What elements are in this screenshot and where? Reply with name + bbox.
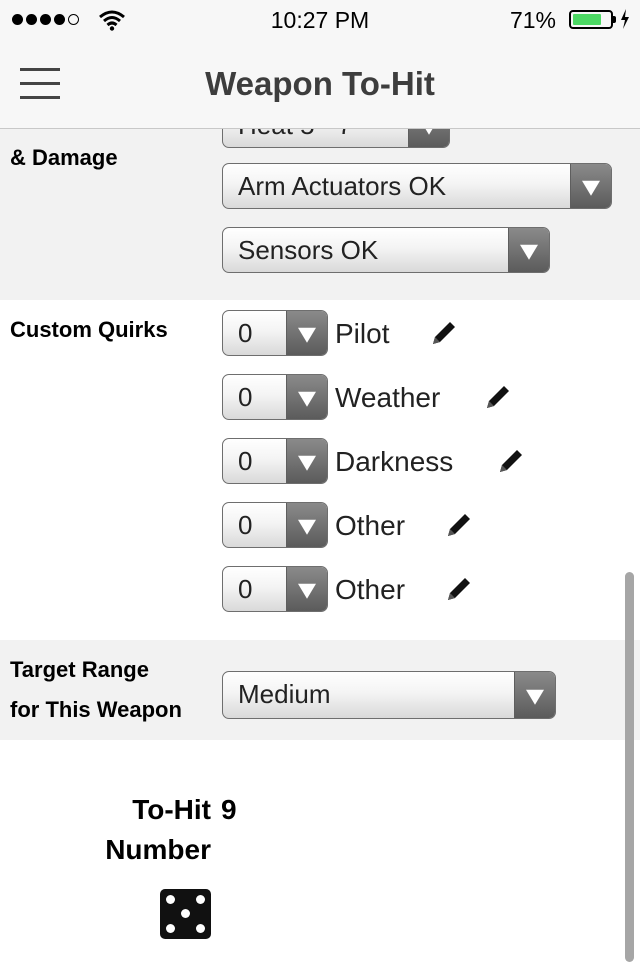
- chevron-down-icon: [286, 439, 327, 483]
- quirk-value-select[interactable]: 0: [222, 374, 328, 420]
- battery-icon: [569, 10, 616, 29]
- quirk-name: Other: [335, 574, 406, 605]
- page-title: Weapon To-Hit: [205, 65, 435, 102]
- charging-bolt-icon: [621, 9, 629, 29]
- chevron-down-icon: [514, 672, 555, 718]
- quirk-value-select[interactable]: 0: [222, 502, 328, 548]
- to-hit-label: To-Hit Number: [105, 794, 211, 865]
- pencil-icon[interactable]: [444, 574, 474, 604]
- navigation-bar: Weapon To-Hit: [0, 40, 640, 129]
- target-range-label: Target Range: [10, 657, 149, 682]
- chevron-down-icon: [286, 311, 327, 355]
- quirk-name: Darkness: [335, 446, 454, 477]
- chevron-down-icon: [286, 375, 327, 419]
- chevron-down-icon: [286, 567, 327, 611]
- quirk-value-select[interactable]: 0: [222, 438, 328, 484]
- quirk-value-select[interactable]: 0: [222, 566, 328, 612]
- damage-section: & Damage Heat 5 - 7 Arm Actuators OK Sen…: [0, 102, 640, 300]
- quirk-name: Weather: [335, 382, 441, 413]
- custom-quirks-label: Custom Quirks: [10, 317, 168, 342]
- dice-icon[interactable]: [160, 889, 211, 939]
- target-range-section: Target Range for This Weapon Medium: [0, 640, 640, 740]
- scrollbar[interactable]: [625, 572, 634, 962]
- target-range-label-line2: for This Weapon: [10, 697, 182, 722]
- chevron-down-icon: [508, 228, 549, 272]
- quirk-name: Other: [335, 510, 406, 541]
- quirk-value-select[interactable]: 0: [222, 310, 328, 356]
- status-bar: 10:27 PM 71%: [0, 0, 640, 40]
- pencil-icon[interactable]: [496, 446, 526, 476]
- pencil-icon[interactable]: [429, 318, 459, 348]
- damage-label: & Damage: [10, 145, 118, 170]
- sensors-select[interactable]: Sensors OK: [222, 227, 550, 273]
- chevron-down-icon: [570, 164, 611, 208]
- pencil-icon[interactable]: [483, 382, 513, 412]
- target-range-select[interactable]: Medium: [222, 671, 556, 719]
- chevron-down-icon: [286, 503, 327, 547]
- custom-quirks-section: Custom Quirks 0 Pilot 0 Weather 0 Darkne…: [0, 300, 640, 640]
- to-hit-value: 9: [221, 794, 237, 825]
- battery-percent: 71%: [509, 7, 556, 33]
- quirk-name: Pilot: [335, 318, 390, 349]
- arm-actuators-select[interactable]: Arm Actuators OK: [222, 163, 612, 209]
- pencil-icon[interactable]: [444, 510, 474, 540]
